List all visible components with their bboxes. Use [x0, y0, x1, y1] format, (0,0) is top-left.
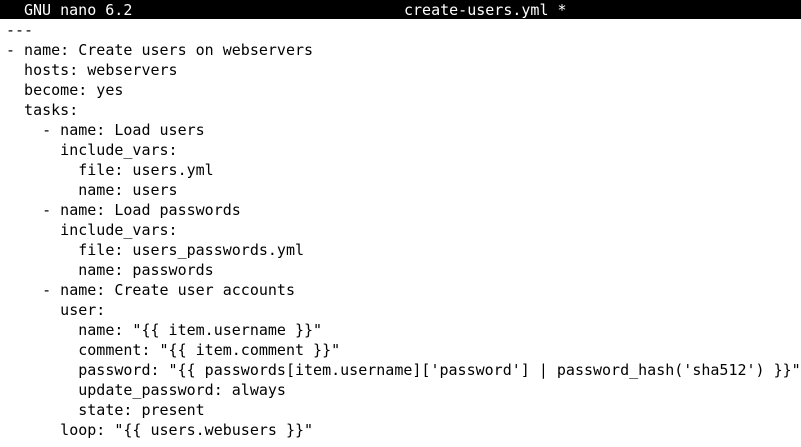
editor-line[interactable]: include_vars:: [6, 140, 801, 160]
editor-line[interactable]: - name: Create users on webservers: [6, 40, 801, 60]
editor-text-area[interactable]: --- - name: Create users on webservers h…: [6, 20, 801, 440]
editor-line[interactable]: - name: Load users: [6, 120, 801, 140]
editor-line[interactable]: hosts: webservers: [6, 60, 801, 80]
editor-line[interactable]: loop: "{{ users.webusers }}": [6, 420, 801, 440]
editor-line[interactable]: name: users: [6, 180, 801, 200]
editor-line[interactable]: include_vars:: [6, 220, 801, 240]
editor-line[interactable]: file: users.yml: [6, 160, 801, 180]
editor-line[interactable]: name: "{{ item.username }}": [6, 320, 801, 340]
editor-line[interactable]: - name: Load passwords: [6, 200, 801, 220]
editor-line[interactable]: state: present: [6, 400, 801, 420]
editor-line[interactable]: file: users_passwords.yml: [6, 240, 801, 260]
editor-line[interactable]: - name: Create user accounts: [6, 280, 801, 300]
editor-line[interactable]: become: yes: [6, 80, 801, 100]
editor-line[interactable]: ---: [6, 20, 801, 40]
editor-line[interactable]: update_password: always: [6, 380, 801, 400]
nano-title-bar: GNU nano 6.2 create-users.yml *: [0, 0, 801, 19]
editor-line[interactable]: name: passwords: [6, 260, 801, 280]
app-name-label: GNU nano 6.2: [24, 1, 133, 19]
editor-line[interactable]: password: "{{ passwords[item.username]['…: [6, 360, 801, 380]
editor-line[interactable]: tasks:: [6, 100, 801, 120]
filename-label: create-users.yml *: [404, 1, 567, 19]
editor-line[interactable]: comment: "{{ item.comment }}": [6, 340, 801, 360]
editor-line[interactable]: user:: [6, 300, 801, 320]
